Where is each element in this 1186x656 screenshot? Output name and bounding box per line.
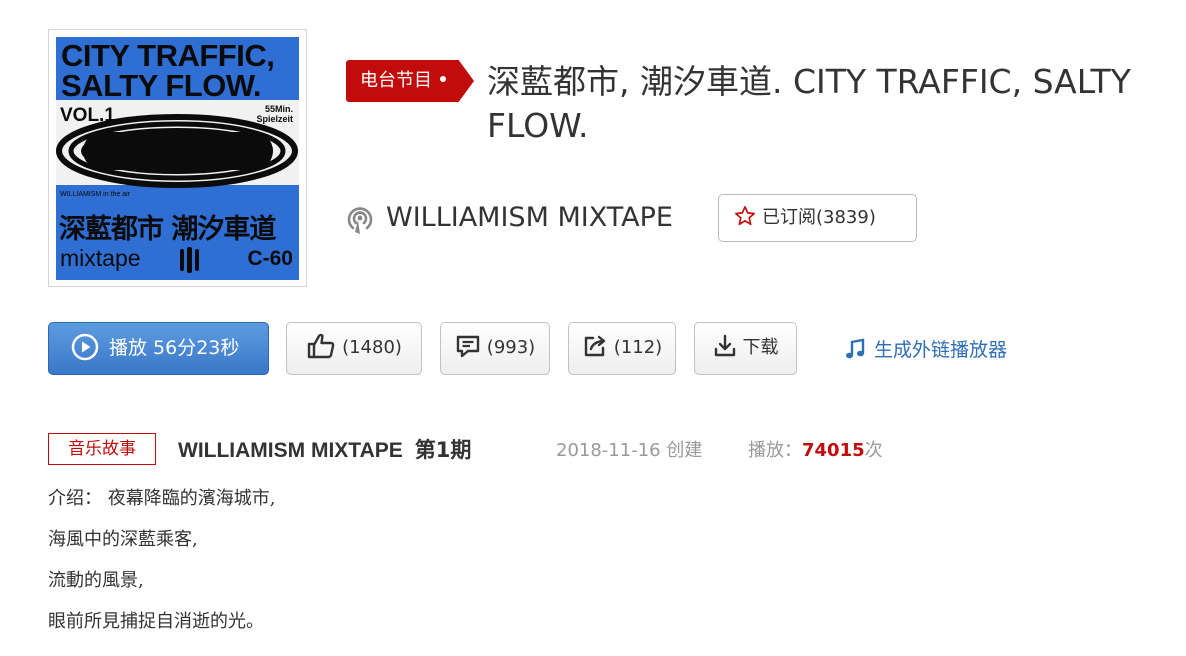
plays-suffix: 次 [864,440,883,461]
play-button[interactable]: 播放 56分23秒 [48,322,269,375]
radio-program-tag-label: 电台节目 [360,70,432,91]
download-icon [714,334,735,357]
description-line: 介绍： 夜幕降臨的濱海城市, [48,488,276,509]
like-count: (1480) [342,337,402,358]
radio-name-link[interactable]: WILLIAMISM MIXTAPE [386,201,673,235]
generate-player-label: 生成外链播放器 [874,339,1008,361]
share-button[interactable]: (112) [568,322,676,375]
share-icon [584,335,605,357]
page-title: 深藍都市, 潮汐車道. CITY TRAFFIC, SALTY FLOW. [487,62,1131,145]
episode-date: 2018-11-16 创建 [556,440,703,461]
cover-cjk-title: 深藍都市 潮汐車道 [59,214,276,245]
subscribe-button[interactable]: 已订阅(3839) [718,194,917,242]
comment-icon [456,335,479,358]
play-label: 播放 56分23秒 [109,337,240,359]
episode-title: WILLIAMISM MIXTAPE 第1期 [178,434,471,467]
description-line: 眼前所見捕捉自消逝的光。 [48,611,264,632]
cover-image: CITY TRAFFIC, SALTY FLOW. VOL.1 55Min. S… [56,37,299,280]
comment-button[interactable]: (993) [440,322,550,375]
episode-program-link[interactable]: WILLIAMISM MIXTAPE [178,439,403,462]
plays-count: 74015 [802,440,865,461]
music-note-icon [846,338,865,358]
download-label: 下载 [742,337,779,358]
episode-number: 第1期 [414,438,472,462]
radio-program-tag: 电台节目 [346,60,474,102]
radio-icon [347,207,373,234]
like-button[interactable]: (1480) [286,322,422,375]
episode-plays: 播放：74015次 [748,436,883,466]
share-count: (112) [613,337,663,358]
cover-cassette-label: C-60 [247,247,293,270]
cover-frame: CITY TRAFFIC, SALTY FLOW. VOL.1 55Min. S… [48,29,307,287]
download-button[interactable]: 下载 [694,322,797,375]
cover-mixtape: mixtape [60,245,141,271]
star-icon [735,206,755,226]
thumbs-up-icon [307,333,335,359]
description-line: 流動的風景, [48,570,144,591]
plays-prefix: 播放： [748,440,802,461]
subscribe-label: 已订阅(3839) [762,207,876,228]
cover-vol: VOL.1 [60,105,115,126]
generate-player-link[interactable]: 生成外链播放器 [844,335,1007,365]
category-tag[interactable]: 音乐故事 [48,433,156,465]
comment-count: (993) [486,337,536,358]
play-circle-icon [71,333,99,360]
cover-duration: 55Min. Spielzeit [256,104,293,124]
description: 介绍： 夜幕降臨的濱海城市, 海風中的深藍乘客, 流動的風景, 眼前所見捕捉自消… [48,484,275,648]
tag-dot [440,76,446,82]
cover-credit: WILLIAMISM in the air [60,191,131,198]
description-line: 海風中的深藍乘客, [48,529,198,550]
